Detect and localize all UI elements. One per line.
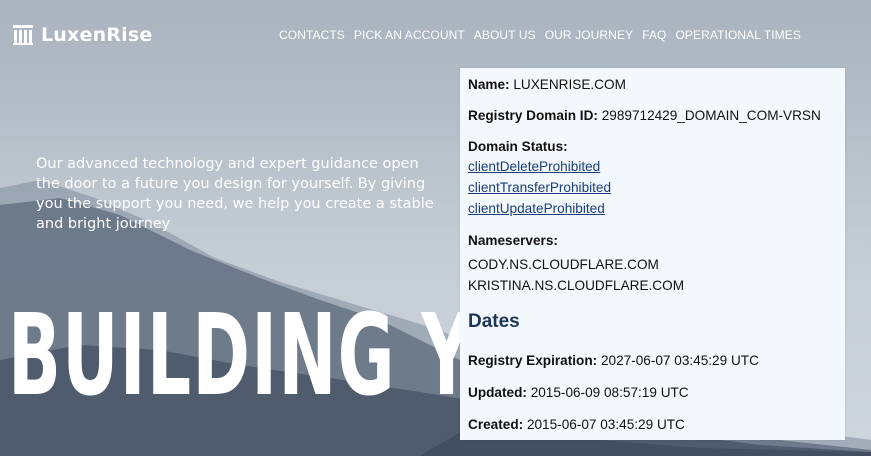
registry-id-row: Registry Domain ID: 2989712429_DOMAIN_CO… [468,107,837,125]
nameserver-item: CODY.NS.CLOUDFLARE.COM [468,257,659,272]
whois-panel: Name: LUXENRISE.COM Registry Domain ID: … [460,68,845,440]
domain-name-label: Name: [468,77,510,92]
nav-item-operational-times[interactable]: OPERATIONAL TIMES [675,28,801,42]
registry-id-value: 2989712429_DOMAIN_COM-VRSN [601,108,821,123]
updated-row: Updated: 2015-06-09 08:57:19 UTC [468,384,837,402]
nameservers-heading: Nameservers: [468,233,558,248]
brand-logo[interactable]: LuxenRise [13,24,152,46]
status-link-update-prohibited[interactable]: clientUpdateProhibited [468,198,837,219]
registry-expiration-row: Registry Expiration: 2027-06-07 03:45:29… [468,352,837,370]
brand-name: LuxenRise [41,24,153,46]
hero-headline: BUILDING Y [8,291,473,421]
registry-expiration-label: Registry Expiration: [468,353,598,368]
created-row: Created: 2015-06-07 03:45:29 UTC [468,416,837,434]
nav-item-our-journey[interactable]: OUR JOURNEY [545,28,633,42]
nav-item-contacts[interactable]: CONTACTS [279,28,345,42]
created-label: Created: [468,417,524,432]
nameservers-label: Nameservers: [468,232,837,250]
created-value: 2015-06-07 03:45:29 UTC [526,417,685,432]
domain-status-heading: Domain Status: [468,139,568,154]
dates-heading: Dates [468,311,520,332]
registry-id-label: Registry Domain ID: [468,108,598,123]
updated-label: Updated: [468,385,527,400]
registry-expiration-value: 2027-06-07 03:45:29 UTC [600,353,759,368]
status-link-delete-prohibited[interactable]: clientDeleteProhibited [468,156,837,177]
nav-item-about-us[interactable]: ABOUT US [474,28,536,42]
domain-name-row: Name: LUXENRISE.COM [468,76,837,94]
updated-value: 2015-06-09 08:57:19 UTC [530,385,689,400]
hero-tagline: Our advanced technology and expert guida… [36,156,434,232]
status-link-transfer-prohibited[interactable]: clientTransferProhibited [468,177,837,198]
building-columns-icon [13,25,33,45]
nav-item-pick-an-account[interactable]: PICK AN ACCOUNT [354,28,465,42]
domain-name-value: LUXENRISE.COM [513,77,626,92]
nameserver-item: KRISTINA.NS.CLOUDFLARE.COM [468,278,685,293]
main-nav: CONTACTS PICK AN ACCOUNT ABOUT US OUR JO… [279,28,801,42]
domain-status-label: Domain Status: [468,138,837,156]
nav-item-faq[interactable]: FAQ [642,28,666,42]
